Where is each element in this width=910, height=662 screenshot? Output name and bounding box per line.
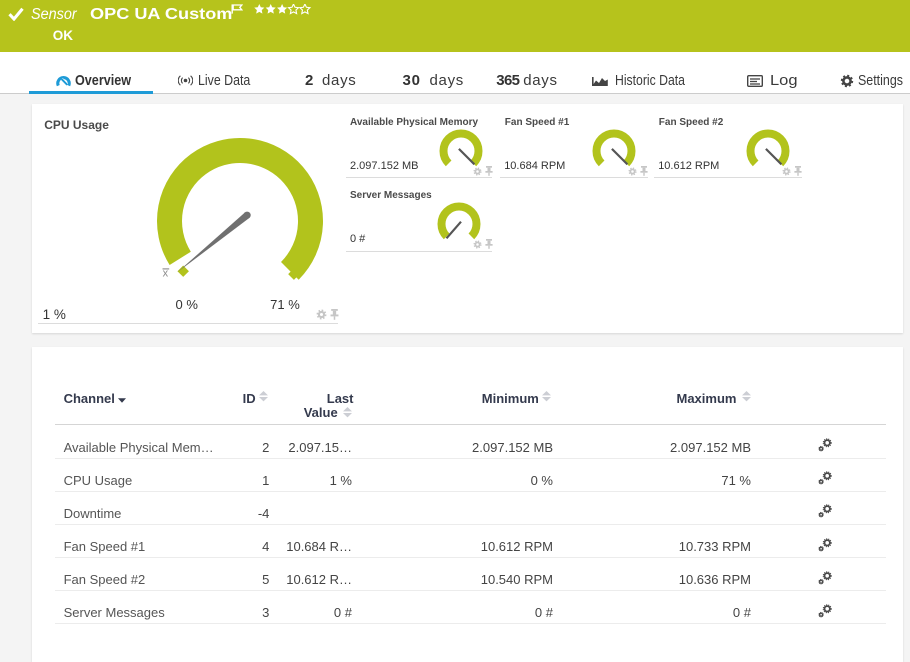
svg-text:x: x bbox=[163, 267, 169, 279]
